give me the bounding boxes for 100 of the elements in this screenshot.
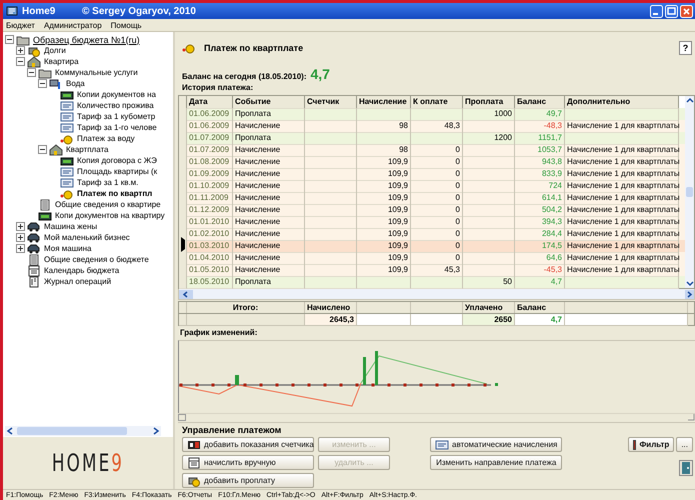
tree-item[interactable]: Копи документов на квартиру — [54, 211, 166, 220]
data-point — [372, 384, 374, 386]
expand-toggle[interactable] — [38, 79, 47, 88]
data-point — [276, 384, 278, 386]
tree-item[interactable]: Моя машина — [43, 244, 92, 253]
table-row[interactable]: 01.03.2010 Начисление 109,9 0 174,5 Начисление 1 для квартплаты — [179, 240, 685, 252]
totals-value: 4,7 — [515, 314, 565, 326]
column-header[interactable]: Начисление — [357, 96, 411, 109]
tree-item[interactable]: Мой маленький бизнес — [43, 233, 131, 242]
scroll-right-icon[interactable] — [685, 290, 694, 298]
action-button[interactable]: добавить показания счетчика — [182, 437, 314, 452]
expand-toggle[interactable] — [27, 68, 36, 77]
window-title: Home9 — [22, 6, 56, 16]
tree-item[interactable]: Долги — [43, 46, 67, 55]
table-row[interactable]: 01.09.2009 Начисление 109,9 0 833,9 Начисление 1 для квартплаты — [179, 168, 685, 180]
action-button[interactable]: Изменить направление платежа — [430, 455, 562, 470]
more-button[interactable]: ... — [676, 437, 693, 452]
scroll-thumb[interactable] — [686, 187, 693, 197]
scroll-down-icon[interactable] — [686, 280, 694, 288]
close-icon[interactable] — [680, 4, 693, 18]
table-row[interactable]: 01.11.2009 Начисление 109,9 0 614,1 Начисление 1 для квартплаты — [179, 192, 685, 204]
table-row[interactable]: 01.06.2009 Начисление 98 48,3 -48,3 Начисление 1 для квартплаты — [179, 120, 685, 132]
column-header[interactable]: К оплате — [411, 96, 463, 109]
column-header[interactable]: Дополнительно — [565, 96, 679, 109]
tree-item[interactable]: Вода — [65, 79, 86, 88]
maximize-icon[interactable] — [665, 4, 678, 18]
tree-item[interactable]: Квартира — [43, 57, 80, 66]
action-button[interactable]: добавить проплату — [182, 473, 314, 488]
chart-title: График изменений: — [179, 327, 258, 339]
exit-door-icon[interactable] — [679, 460, 693, 476]
table-row[interactable]: 01.05.2010 Начисление 109,9 45,3 -45,3 Начисление 1 для квартплаты — [179, 264, 685, 276]
column-header[interactable]: Счетчик — [305, 96, 357, 109]
table-row[interactable]: 01.02.2010 Начисление 109,9 0 284,4 Начисление 1 для квартплаты — [179, 228, 685, 240]
tree-item[interactable]: Копии документов на — [76, 90, 157, 99]
tree-item[interactable]: Тариф за 1 кв.м. — [76, 178, 140, 187]
tree-item[interactable]: Тариф за 1 кубометр — [76, 112, 156, 121]
tree-item[interactable]: Платеж за воду — [76, 134, 136, 143]
table-row[interactable]: 01.08.2009 Начисление 109,9 0 943,8 Начисление 1 для квартплаты — [179, 156, 685, 168]
tree-item[interactable]: Квартплата — [65, 145, 110, 154]
scroll-up-icon[interactable] — [686, 96, 694, 104]
column-header[interactable]: Событие — [233, 96, 305, 109]
car-icon — [27, 220, 41, 232]
data-point — [420, 384, 422, 386]
tree-item[interactable]: Общие сведения о бюджете — [43, 255, 150, 264]
expand-toggle[interactable] — [16, 57, 25, 66]
totals-label: Начислено — [305, 302, 357, 313]
tree-item[interactable]: Тариф за 1-го челове — [76, 123, 158, 132]
filter-button[interactable]: Фильтр — [628, 437, 674, 452]
data-point — [356, 384, 358, 386]
table-row[interactable]: 01.07.2009 Проплата 1200 1151,7 — [179, 132, 685, 144]
data-point — [495, 383, 498, 386]
column-header[interactable]: Дата — [187, 96, 233, 109]
table-row[interactable]: 18.05.2010 Проплата 50 4,7 — [179, 276, 685, 288]
expand-toggle[interactable] — [16, 222, 25, 231]
data-point — [292, 384, 294, 386]
action-button[interactable]: автоматические начисления — [430, 437, 562, 452]
menu-item[interactable]: Администратор — [44, 20, 102, 30]
menu-item[interactable]: Бюджет — [6, 20, 35, 30]
tree-item[interactable]: Количество прожива — [76, 101, 155, 110]
minimize-icon[interactable] — [650, 4, 663, 18]
tree-item[interactable]: Общие сведения о квартире — [54, 200, 162, 209]
column-header[interactable]: Проплата — [463, 96, 515, 109]
data-point — [436, 384, 438, 386]
expand-toggle[interactable] — [16, 233, 25, 242]
table-row[interactable]: 01.04.2010 Начисление 109,9 0 64,6 Начисление 1 для квартплаты — [179, 252, 685, 264]
tree-item[interactable]: Образец бюджета №1(ru) — [32, 34, 141, 44]
horizontal-scrollbar[interactable] — [5, 426, 161, 436]
tree-item[interactable]: Календарь бюджета — [43, 266, 120, 275]
action-button[interactable]: начислить вручную — [182, 455, 314, 470]
calendar-icon — [27, 264, 41, 276]
tap-icon — [49, 78, 63, 90]
menu-item[interactable]: Помощь — [110, 20, 142, 30]
tree-item[interactable]: Коммунальные услуги — [54, 68, 139, 77]
home9-logo: HOME9 — [50, 448, 126, 479]
app-icon — [6, 5, 18, 17]
tree-item[interactable]: Площадь квартиры (к — [76, 167, 158, 176]
bar — [235, 375, 239, 385]
help-button[interactable]: ? — [679, 41, 692, 55]
scroll-left-icon[interactable] — [179, 290, 193, 298]
table-row[interactable]: 01.12.2009 Начисление 109,9 0 504,2 Начисление 1 для квартплаты — [179, 204, 685, 216]
expand-toggle[interactable] — [38, 145, 47, 154]
data-point — [404, 384, 406, 386]
coin-icon — [187, 474, 201, 486]
tree-item[interactable]: Машина жены — [43, 222, 98, 231]
tree-item[interactable]: Журнал операций — [43, 277, 112, 286]
expand-toggle[interactable] — [5, 35, 14, 44]
resize-grip-icon — [687, 414, 695, 421]
tree-item[interactable]: Копия договора с ЖЭ — [76, 156, 158, 165]
data-point — [340, 384, 342, 386]
table-row[interactable]: 01.07.2009 Начисление 98 0 1053,7 Начисление 1 для квартплаты — [179, 144, 685, 156]
scroll-thumb[interactable] — [178, 414, 186, 421]
tree-item[interactable]: Платеж по квартпл — [76, 189, 154, 198]
table-row[interactable]: 01.10.2009 Начисление 109,9 0 724 Начисление 1 для квартплаты — [179, 180, 685, 192]
totals-label: Итого: — [187, 302, 305, 313]
table-row[interactable]: 01.01.2010 Начисление 109,9 0 394,3 Начисление 1 для квартплаты — [179, 216, 685, 228]
expand-toggle[interactable] — [16, 46, 25, 55]
table-row[interactable]: 01.06.2009 Проплата 1000 49,7 — [179, 108, 685, 120]
journal-icon — [27, 276, 41, 288]
column-header[interactable]: Баланс — [515, 96, 565, 109]
expand-toggle[interactable] — [16, 244, 25, 253]
